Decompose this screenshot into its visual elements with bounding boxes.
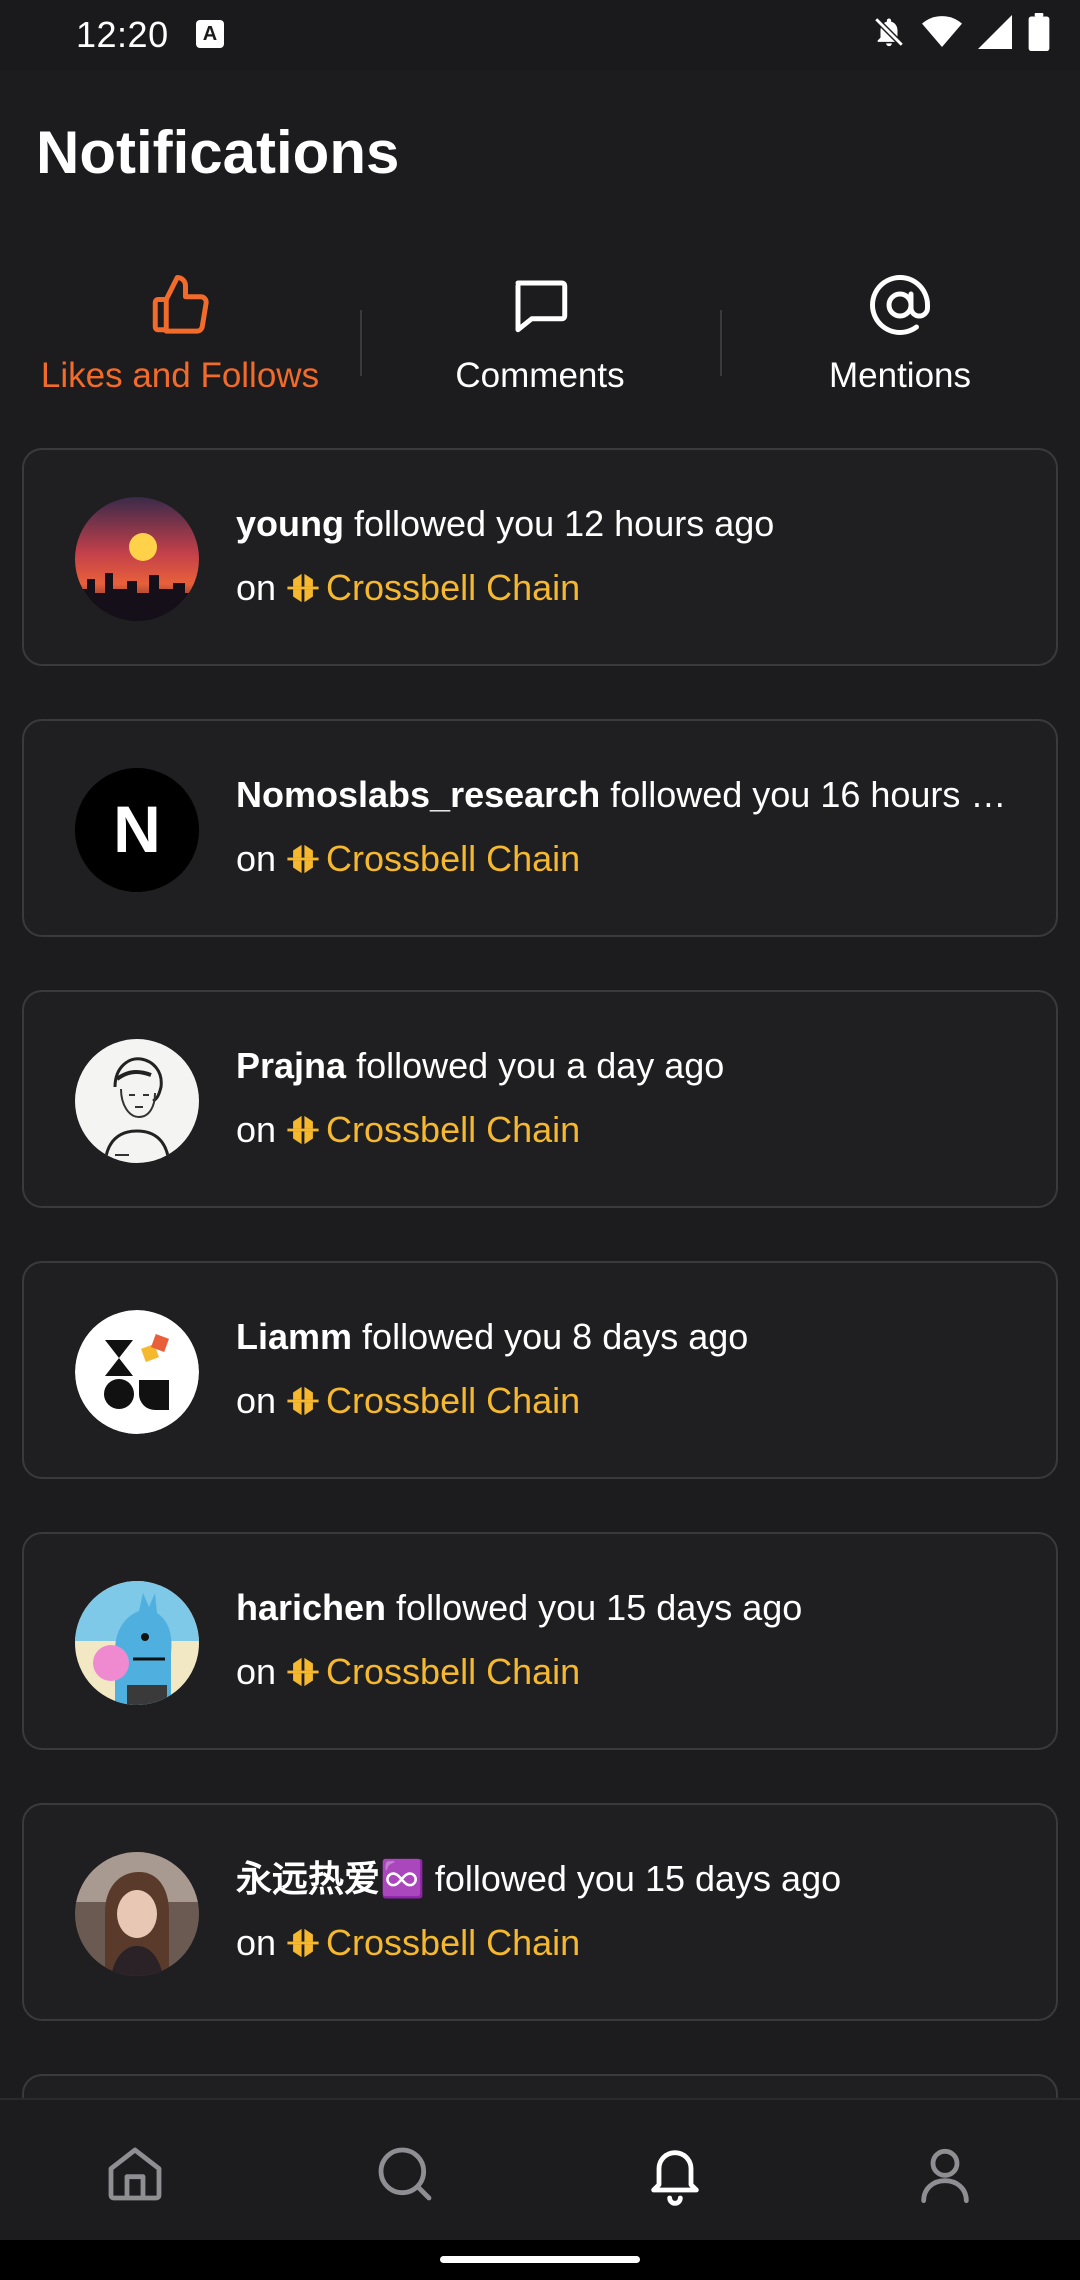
- notification-card[interactable]: young followed you 12 hours ago on Cross…: [22, 448, 1058, 666]
- chain-link[interactable]: Crossbell Chain: [326, 1650, 580, 1694]
- notification-text: harichen followed you 15 days ago on Cro…: [236, 1586, 1026, 1694]
- notification-card[interactable]: Prajna followed you a day ago on Crossbe…: [22, 990, 1058, 1208]
- on-label: on: [236, 1109, 277, 1150]
- username[interactable]: 永远热爱♾️: [236, 1858, 425, 1899]
- sketch-portrait-avatar[interactable]: [75, 1039, 199, 1163]
- llama-avatar[interactable]: [75, 1581, 199, 1705]
- notification-tabs: Likes and Follows Comments Mentions: [0, 262, 1080, 412]
- shapes-logo-avatar[interactable]: [75, 1310, 199, 1434]
- thumbs-up-icon: [147, 272, 213, 338]
- username[interactable]: Liamm: [236, 1316, 352, 1357]
- username[interactable]: young: [236, 503, 344, 544]
- gesture-bar: [0, 2240, 1080, 2280]
- at-sign-icon: [867, 272, 933, 338]
- tab-label: Mentions: [828, 356, 972, 395]
- chain-link[interactable]: Crossbell Chain: [326, 566, 580, 610]
- username[interactable]: Prajna: [236, 1045, 346, 1086]
- keyboard-a-icon: A: [196, 20, 224, 48]
- photo-portrait-avatar[interactable]: [75, 1852, 199, 1976]
- tab-comments[interactable]: Comments: [360, 262, 720, 412]
- on-label: on: [236, 1380, 277, 1421]
- chain-link[interactable]: Crossbell Chain: [326, 1379, 580, 1423]
- chain-link[interactable]: Crossbell Chain: [326, 837, 580, 881]
- notification-text: Liamm followed you 8 days ago on Crossbe…: [236, 1315, 1026, 1423]
- notification-text: young followed you 12 hours ago on Cross…: [236, 502, 1026, 610]
- avatar-letter: N: [113, 792, 161, 866]
- crossbell-icon: [286, 571, 320, 605]
- chain-link[interactable]: Crossbell Chain: [326, 1921, 580, 1965]
- action-text: followed you 15 days ago: [386, 1587, 803, 1628]
- crossbell-icon: [286, 1655, 320, 1689]
- chain-link[interactable]: Crossbell Chain: [326, 1108, 580, 1152]
- crossbell-icon: [286, 1384, 320, 1418]
- home-gesture-handle[interactable]: [440, 2256, 640, 2263]
- tab-label: Comments: [455, 356, 625, 395]
- notification-card[interactable]: harichen followed you 15 days ago on Cro…: [22, 1532, 1058, 1750]
- notification-text: Prajna followed you a day ago on Crossbe…: [236, 1044, 1026, 1152]
- notification-card[interactable]: [22, 2074, 1058, 2098]
- crossbell-icon: [286, 1113, 320, 1147]
- action-text: followed you 15 days ago: [424, 1858, 842, 1899]
- notification-card[interactable]: 永远热爱♾️ followed you 15 days ago on Cross…: [22, 1803, 1058, 2021]
- action-text: followed you a day ago: [346, 1045, 725, 1086]
- on-label: on: [236, 1651, 277, 1692]
- sunset-avatar[interactable]: [75, 497, 199, 621]
- crossbell-icon: [286, 1926, 320, 1960]
- tab-label: Likes and Follows: [40, 356, 320, 395]
- letter-n-avatar[interactable]: N: [75, 768, 199, 892]
- username[interactable]: harichen: [236, 1587, 386, 1628]
- action-text: followed you 8 days ago: [352, 1316, 749, 1357]
- on-label: on: [236, 567, 277, 608]
- silent-mode-icon: [872, 15, 906, 54]
- comment-icon: [507, 272, 573, 338]
- on-label: on: [236, 838, 277, 879]
- wifi-icon: [922, 15, 962, 54]
- action-text: followed you 12 hours ago: [343, 503, 775, 544]
- status-bar: 12:20 A: [0, 0, 1080, 70]
- notifications-screen: 12:20 A Notifications Likes and Follows …: [0, 0, 1080, 2280]
- username[interactable]: Nomoslabs_research: [236, 774, 600, 815]
- page-title: Notifications: [36, 119, 400, 186]
- notification-card[interactable]: Liamm followed you 8 days ago on Crossbe…: [22, 1261, 1058, 1479]
- battery-icon: [1028, 12, 1050, 56]
- signal-icon: [978, 14, 1012, 54]
- crossbell-icon: [286, 842, 320, 876]
- notification-card[interactable]: N Nomoslabs_research followed you 16 hou…: [22, 719, 1058, 937]
- notification-text: Nomoslabs_research followed you 16 hours…: [236, 773, 1026, 881]
- notification-text: 永远热爱♾️ followed you 15 days ago on Cross…: [236, 1857, 1026, 1965]
- on-label: on: [236, 1922, 277, 1963]
- status-icons: [872, 12, 1050, 56]
- tab-mentions[interactable]: Mentions: [720, 262, 1080, 412]
- notification-list[interactable]: young followed you 12 hours ago on Cross…: [22, 448, 1058, 2098]
- action-text: followed you 16 hours ago: [600, 774, 1026, 815]
- status-time: 12:20: [76, 14, 169, 55]
- tab-likes-and-follows[interactable]: Likes and Follows: [0, 262, 360, 412]
